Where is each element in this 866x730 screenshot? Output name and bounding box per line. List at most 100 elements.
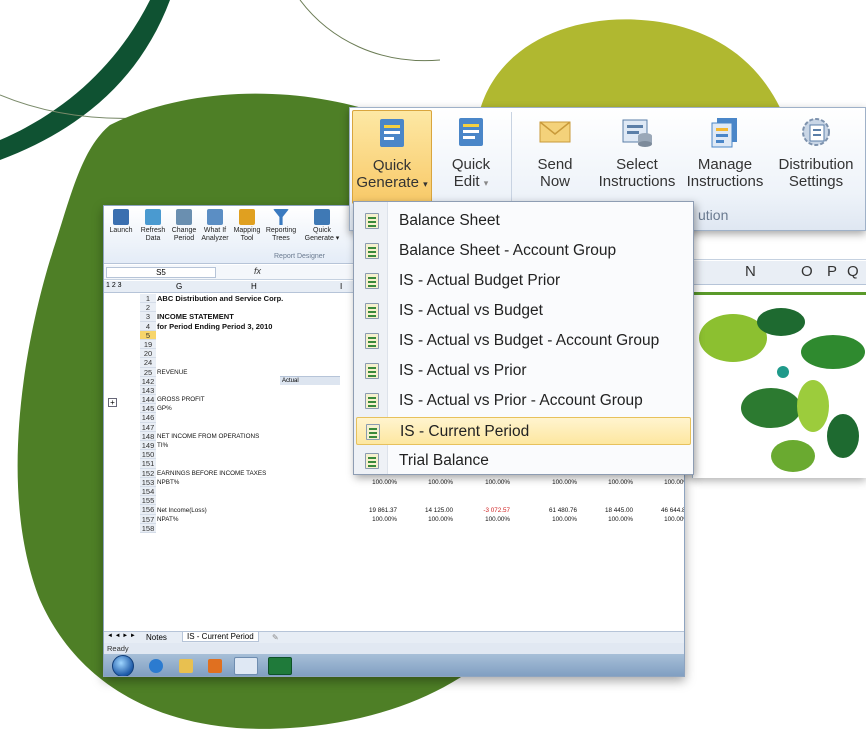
menu-item-label: IS - Actual vs Budget - Account Group: [399, 332, 660, 349]
menu-item-balance-sheet-account-group[interactable]: Balance Sheet - Account Group: [356, 237, 691, 265]
send-now-button[interactable]: Send Now: [522, 110, 588, 204]
report-document-icon: [366, 424, 380, 440]
col-header-o[interactable]: O: [801, 263, 813, 280]
menu-item-is-actual-vs-prior[interactable]: IS - Actual vs Prior: [356, 357, 691, 385]
start-button[interactable]: [112, 655, 134, 676]
new-sheet-tab[interactable]: ✎: [272, 633, 279, 642]
col-header-i[interactable]: I: [340, 282, 342, 291]
menu-item-is-actual-vs-budget[interactable]: IS - Actual vs Budget: [356, 297, 691, 325]
distribution-settings-button[interactable]: Distribution Settings: [770, 110, 862, 204]
row-number[interactable]: 149: [140, 441, 156, 451]
row-number[interactable]: 150: [140, 450, 156, 460]
row-number[interactable]: 25: [140, 367, 156, 377]
row-number[interactable]: 19: [140, 339, 156, 350]
outline-expand-button[interactable]: +: [108, 398, 117, 407]
cell-value: -3 072.57: [483, 506, 510, 514]
col-header-q[interactable]: Q: [847, 263, 859, 280]
row-number[interactable]: 146: [140, 413, 156, 423]
quick-generate-line2: Generate: [356, 174, 419, 191]
ie-icon[interactable]: [149, 659, 163, 673]
row-label: Net Income(Loss): [157, 506, 207, 514]
tab-is-current-period[interactable]: IS - Current Period: [182, 632, 259, 642]
row-number[interactable]: 155: [140, 496, 156, 506]
quick-edit-button[interactable]: Quick Edit ▾: [438, 110, 504, 204]
refresh-data-button[interactable]: Refresh Data: [140, 209, 166, 243]
row-number[interactable]: 1: [140, 294, 156, 304]
name-box[interactable]: S5: [106, 267, 216, 278]
row-number[interactable]: 24: [140, 358, 156, 368]
calendar-icon: [176, 209, 192, 225]
cell-value: 46 644.87: [660, 506, 684, 514]
row-number[interactable]: 145: [140, 404, 156, 414]
whatif-label: What If: [203, 227, 227, 234]
row-label: for Period Ending Period 3, 2010: [157, 321, 273, 331]
menu-item-trial-balance[interactable]: Trial Balance: [356, 447, 691, 475]
mapping-tool-button[interactable]: Mapping Tool: [232, 209, 262, 243]
report-document-icon: [365, 243, 379, 259]
table-row: [157, 487, 684, 496]
row-number[interactable]: 143: [140, 385, 156, 396]
row-number[interactable]: 154: [140, 486, 156, 497]
col-header-n[interactable]: N: [745, 263, 756, 280]
table-row: Net Income(Loss) 19 861.37 14 125.00 -3 072…: [157, 506, 684, 515]
col-header-p[interactable]: P: [827, 263, 837, 280]
quick-generate-dropdown: Balance Sheet Balance Sheet - Account Gro…: [353, 201, 694, 475]
cell-value: 19 861.37: [368, 506, 397, 514]
excel-taskbar-icon[interactable]: [268, 657, 292, 675]
chevron-down-icon: ▾: [423, 179, 428, 189]
quick-generate-small-button[interactable]: Quick Generate ▾: [304, 209, 340, 243]
excel-right-strip: N O P Q: [692, 230, 866, 478]
sheet-nav-arrows[interactable]: ◄ ◄ ► ►: [107, 633, 136, 639]
menu-item-label: IS - Current Period: [400, 423, 530, 440]
row-number[interactable]: 153: [140, 477, 156, 487]
row-number[interactable]: 20: [140, 349, 156, 359]
reporting-trees-button[interactable]: Reporting Trees: [264, 209, 298, 243]
row-number[interactable]: 3: [140, 312, 156, 322]
refresh-icon: [145, 209, 161, 225]
tab-notes[interactable]: Notes: [146, 633, 167, 642]
row-number[interactable]: 5: [140, 330, 156, 340]
menu-item-is-actual-budget-prior[interactable]: IS - Actual Budget Prior: [356, 267, 691, 295]
row-number[interactable]: 148: [140, 431, 156, 441]
row-label: GROSS PROFIT: [157, 396, 205, 404]
change-period-button[interactable]: Change Period: [170, 209, 198, 243]
report-app-icon[interactable]: [234, 657, 258, 675]
row-label: EARNINGS BEFORE INCOME TAXES: [157, 469, 267, 477]
select-instructions-button[interactable]: Select Instructions: [590, 110, 684, 204]
menu-item-is-current-period[interactable]: IS - Current Period: [356, 417, 691, 445]
cell-value: 100.00%: [428, 515, 453, 523]
row-number[interactable]: 156: [140, 505, 156, 515]
menu-item-balance-sheet[interactable]: Balance Sheet: [356, 207, 691, 235]
row-number[interactable]: 152: [140, 468, 156, 478]
row-number[interactable]: 147: [140, 422, 156, 432]
row-number[interactable]: 157: [140, 514, 156, 524]
cell-value: 100.00%: [608, 515, 633, 523]
row-label: REVENUE: [157, 368, 188, 376]
formula-bar-right: [693, 230, 866, 260]
manage-label: Manage: [697, 156, 753, 173]
manage-instructions-button[interactable]: Manage Instructions: [680, 110, 770, 204]
menu-item-is-actual-vs-budget-account-group[interactable]: IS - Actual vs Budget - Account Group: [356, 327, 691, 355]
menu-item-label: IS - Actual Budget Prior: [399, 272, 561, 289]
menu-item-is-actual-vs-prior-account-group[interactable]: IS - Actual vs Prior - Account Group: [356, 387, 691, 415]
folder-icon[interactable]: [179, 659, 193, 673]
row-number[interactable]: 142: [140, 376, 156, 386]
col-header-h[interactable]: H: [251, 282, 257, 291]
launch-button[interactable]: Launch: [108, 209, 134, 235]
col-header-g[interactable]: G: [176, 282, 182, 291]
row-number[interactable]: 144: [140, 395, 156, 405]
instructions-label: Instructions: [598, 173, 676, 190]
row-label: GP%: [157, 405, 172, 413]
media-player-icon[interactable]: [208, 659, 222, 673]
what-if-button[interactable]: What If Analyzer: [200, 209, 230, 243]
cell-value: 100.00%: [485, 479, 510, 486]
cell-value: 14 125.00: [424, 506, 453, 514]
quick-generate-button[interactable]: Quick Generate ▾: [352, 110, 432, 204]
quick-edit-icon: [455, 116, 487, 148]
row-number[interactable]: 158: [140, 523, 156, 533]
row-number[interactable]: 2: [140, 303, 156, 313]
row-number[interactable]: 4: [140, 321, 156, 331]
outline-level-buttons[interactable]: 1 2 3: [106, 282, 122, 289]
row-number[interactable]: 151: [140, 459, 156, 469]
reporting-label: Reporting: [265, 227, 297, 234]
